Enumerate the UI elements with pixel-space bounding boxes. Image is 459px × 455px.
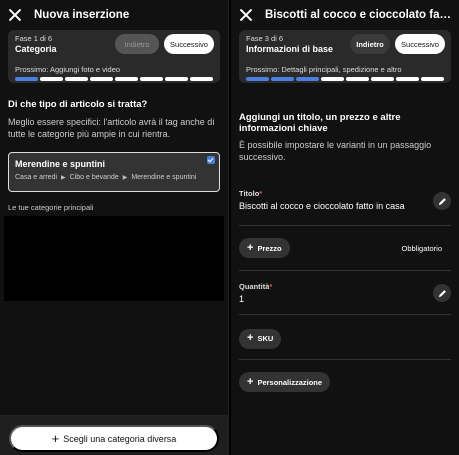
question-title: Di che tipo di articolo si tratta?	[8, 99, 148, 110]
top-categories-list	[4, 216, 224, 301]
right-topbar: Biscotti al cocco e cioccolato fatto in …	[231, 0, 459, 30]
plus-icon: +	[247, 332, 254, 344]
required-text: Obbligatorio	[401, 243, 442, 253]
breadcrumb-item: Cibo e bevande	[69, 174, 119, 181]
left-pane: Nuova inserzione Fase 1 di 6 Categoria I…	[0, 0, 229, 455]
top-categories-label: Le tue categorie principali	[8, 203, 94, 212]
divider	[239, 358, 451, 360]
plus-icon: +	[247, 241, 254, 254]
add-price-button[interactable]: + Prezzo	[239, 238, 290, 258]
chevron-right-icon: ▶	[122, 175, 128, 181]
bottom-bar: + Scegli una categoria diversa	[0, 415, 228, 455]
right-pane: Biscotti al cocco e cioccolato fatto in …	[231, 0, 459, 455]
pencil-icon[interactable]	[433, 284, 451, 302]
progress-segment	[396, 77, 419, 81]
title-label: Titolo*	[239, 189, 451, 198]
back-button[interactable]: Indietro	[350, 34, 390, 54]
close-icon[interactable]	[239, 8, 253, 22]
add-sku-button[interactable]: + SKU	[239, 328, 282, 349]
step-card: Fase 3 di 6 Informazioni di base Indietr…	[239, 30, 451, 83]
choose-category-label: Scegli una categoria diversa	[63, 433, 177, 444]
personalization-field: + Personalizzazione	[239, 372, 451, 392]
choose-category-button[interactable]: + Scegli una categoria diversa	[9, 425, 219, 452]
check-icon	[207, 156, 215, 164]
divider	[239, 225, 451, 226]
progress-segment	[140, 77, 163, 81]
breadcrumb-item: Casa e arredi	[15, 174, 58, 181]
step-card: Fase 1 di 6 Categoria Indietro Successiv…	[8, 30, 220, 83]
sku-label: SKU	[257, 334, 274, 343]
progress-segment	[190, 77, 213, 81]
progress-bar	[246, 77, 444, 81]
progress-segment	[246, 77, 269, 81]
add-personalization-button[interactable]: + Personalizzazione	[239, 372, 331, 392]
quantity-field: Quantità* 1	[239, 282, 451, 308]
progress-segment	[90, 77, 113, 81]
price-label: Prezzo	[257, 243, 282, 253]
listing-title: Biscotti al cocco e cioccolato fatto in …	[265, 9, 451, 21]
step-buttons: Indietro Successivo	[115, 34, 214, 54]
progress-segment	[346, 77, 369, 81]
quantity-label: Quantità*	[239, 282, 451, 291]
question-description: Meglio essere specifici: l'articolo avrà…	[8, 117, 215, 139]
selected-category-name: Merendine e spuntini	[15, 159, 106, 169]
plus-icon: +	[51, 431, 60, 446]
breadcrumb-item: Merendine e spuntini	[131, 174, 197, 181]
next-button[interactable]: Successivo	[395, 34, 445, 54]
quantity-label-text: Quantità	[239, 282, 270, 291]
next-button[interactable]: Successivo	[164, 34, 214, 54]
plus-icon: +	[247, 375, 254, 388]
divider	[239, 270, 451, 271]
section-title: Aggiungi un titolo, un prezzo e altre in…	[239, 112, 401, 134]
progress-segment	[65, 77, 88, 81]
required-marker: *	[269, 282, 273, 291]
progress-segment	[421, 77, 444, 81]
required-marker: *	[259, 189, 263, 198]
divider	[239, 314, 451, 315]
title-value: Biscotti al cocco e cioccolato fatto in …	[239, 201, 405, 211]
page-title: Nuova inserzione	[34, 9, 130, 21]
category-breadcrumb: Casa e arredi ▶ Cibo e bevande ▶ Merendi…	[15, 174, 213, 181]
progress-segment	[296, 77, 319, 81]
progress-bar	[15, 77, 213, 81]
progress-segment	[115, 77, 138, 81]
selected-category-card[interactable]: Merendine e spuntini Casa e arredi ▶ Cib…	[8, 152, 220, 192]
close-icon[interactable]	[8, 8, 22, 22]
back-button: Indietro	[115, 34, 159, 54]
progress-segment	[371, 77, 394, 81]
section-description: È possibile impostare le varianti in un …	[239, 140, 432, 162]
next-step-text: Prossimo: Dettagli principali, spedizion…	[246, 65, 402, 74]
progress-segment	[321, 77, 344, 81]
title-label-text: Titolo	[239, 189, 260, 198]
progress-segment	[15, 77, 38, 81]
progress-segment	[165, 77, 188, 81]
sku-field: + SKU	[239, 328, 451, 349]
progress-segment	[271, 77, 294, 81]
price-field: + Prezzo Obbligatorio	[239, 238, 451, 258]
quantity-value: 1	[239, 294, 245, 304]
pencil-icon[interactable]	[433, 192, 451, 210]
title-field: Titolo* Biscotti al cocco e cioccolato f…	[239, 189, 451, 217]
progress-segment	[40, 77, 63, 81]
next-step-text: Prossimo: Aggiungi foto e video	[15, 65, 121, 74]
step-buttons: Indietro Successivo	[350, 34, 445, 54]
chevron-right-icon: ▶	[61, 175, 66, 181]
left-topbar: Nuova inserzione	[0, 0, 228, 30]
personalization-label: Personalizzazione	[257, 377, 323, 387]
